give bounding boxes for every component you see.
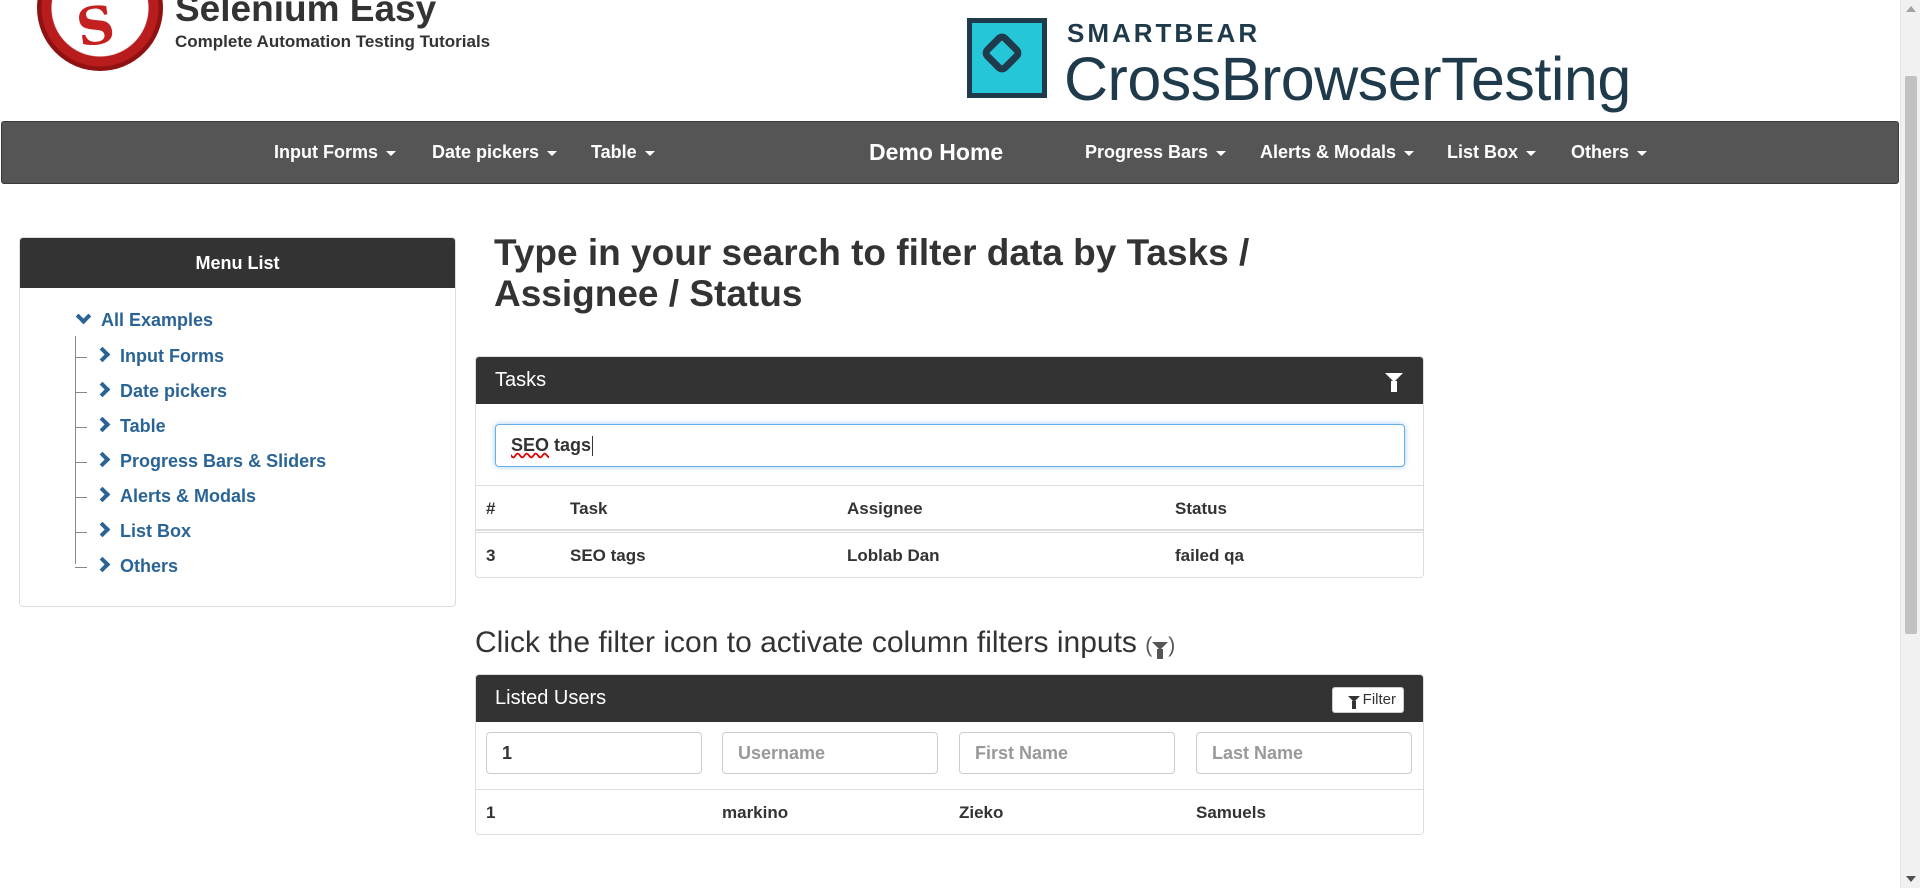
sidebar-item-others[interactable]: Others xyxy=(75,556,178,580)
task-search-input[interactable]: SEO tags xyxy=(495,424,1405,467)
cell-username: markino xyxy=(722,803,789,822)
chevron-down-icon xyxy=(75,308,92,325)
sidebar-item-table[interactable]: Table xyxy=(75,416,166,440)
chevron-right-icon xyxy=(94,556,111,573)
sponsor-name[interactable]: CrossBrowserTesting xyxy=(1064,44,1631,114)
chevron-right-icon xyxy=(94,346,111,363)
cell-last-name: Samuels xyxy=(1196,803,1266,822)
caret-down-icon xyxy=(1216,150,1227,156)
cell-id: 1 xyxy=(486,803,496,822)
chevron-right-icon xyxy=(94,416,111,433)
users-panel-title: Listed Users xyxy=(495,687,607,709)
site-title[interactable]: Selenium Easy xyxy=(175,0,436,30)
nav-progress-bars[interactable]: Progress Bars xyxy=(1085,122,1227,183)
selenium-easy-logo[interactable]: S xyxy=(37,0,163,71)
nav-date-pickers[interactable]: Date pickers xyxy=(432,122,558,183)
filter-first-name-input[interactable]: First Name xyxy=(959,732,1175,774)
logo-s-icon: S xyxy=(72,0,119,60)
sidebar-item-date-pickers[interactable]: Date pickers xyxy=(75,381,227,405)
col-header-number: # xyxy=(486,499,496,518)
filter-button[interactable]: Filter xyxy=(1332,687,1404,713)
col-header-status: Status xyxy=(1175,499,1227,518)
sidebar-item-list-box[interactable]: List Box xyxy=(75,521,191,545)
text-cursor xyxy=(592,436,594,457)
col-header-assignee: Assignee xyxy=(847,499,923,518)
listed-users-panel: Listed Users Filter 1 Username First Nam… xyxy=(475,674,1424,835)
tree-root-all-examples[interactable]: All Examples xyxy=(56,308,213,331)
tasks-panel-title: Tasks xyxy=(495,369,547,391)
cell-assignee: Loblab Dan xyxy=(847,546,940,565)
caret-down-icon xyxy=(644,150,655,156)
col-header-task: Task xyxy=(570,499,608,518)
sidebar-title: Menu List xyxy=(20,238,455,288)
caret-down-icon xyxy=(386,150,396,156)
users-panel-header: Listed Users Filter xyxy=(476,675,1423,722)
table-header-row: # Task Assignee Status xyxy=(476,485,1423,531)
table-row: 3 SEO tags Loblab Dan failed qa xyxy=(476,532,1423,578)
scroll-up-arrow-icon[interactable] xyxy=(1906,6,1916,12)
chevron-right-icon xyxy=(94,451,111,468)
column-filter-heading: Click the filter icon to activate column… xyxy=(475,626,1176,660)
nav-table[interactable]: Table xyxy=(591,122,655,183)
site-subtitle: Complete Automation Testing Tutorials xyxy=(175,32,491,51)
table-row: 1 markino Zieko Samuels xyxy=(476,789,1423,835)
main-navbar: Input Forms Date pickers Table Demo Home… xyxy=(1,121,1899,184)
nav-demo-home[interactable]: Demo Home xyxy=(869,122,1003,183)
sidebar-item-input-forms[interactable]: Input Forms xyxy=(75,346,224,370)
tasks-panel: Tasks SEO tags # Task Assignee Status 3 … xyxy=(475,356,1424,578)
chevron-right-icon xyxy=(94,486,111,503)
tasks-panel-header: Tasks xyxy=(476,357,1423,404)
filter-username-input[interactable]: Username xyxy=(722,732,938,774)
filter-icon[interactable] xyxy=(1385,373,1403,392)
cell-status: failed qa xyxy=(1175,546,1244,565)
cell-first-name: Zieko xyxy=(959,803,1004,822)
vertical-scrollbar[interactable] xyxy=(1900,0,1920,888)
nav-input-forms[interactable]: Input Forms xyxy=(274,122,396,183)
filter-icon xyxy=(1348,696,1360,709)
caret-down-icon xyxy=(547,150,558,156)
sidebar-menu: Menu List All Examples Input Forms Date … xyxy=(19,237,456,607)
caret-down-icon xyxy=(1526,150,1537,156)
cell-task: SEO tags xyxy=(570,546,646,565)
sidebar-item-progress-bars[interactable]: Progress Bars & Sliders xyxy=(75,451,326,475)
scrollbar-thumb[interactable] xyxy=(1905,76,1917,634)
nav-others[interactable]: Others xyxy=(1571,122,1648,183)
filter-icon xyxy=(1152,642,1169,660)
crossbrowsertesting-logo-icon[interactable] xyxy=(967,18,1047,98)
filter-last-name-input[interactable]: Last Name xyxy=(1196,732,1412,774)
caret-down-icon xyxy=(1637,150,1648,156)
page-heading: Type in your search to filter data by Ta… xyxy=(494,232,1250,314)
nav-list-box[interactable]: List Box xyxy=(1447,122,1537,183)
filter-id-input[interactable]: 1 xyxy=(486,732,702,774)
nav-alerts-modals[interactable]: Alerts & Modals xyxy=(1260,122,1415,183)
caret-down-icon xyxy=(1404,150,1415,156)
cell-id: 3 xyxy=(486,546,496,565)
chevron-right-icon xyxy=(94,381,111,398)
sidebar-item-alerts-modals[interactable]: Alerts & Modals xyxy=(75,486,256,510)
scroll-down-arrow-icon[interactable] xyxy=(1906,876,1916,882)
column-filter-row: 1 Username First Name Last Name xyxy=(476,723,1423,787)
chevron-right-icon xyxy=(94,521,111,538)
